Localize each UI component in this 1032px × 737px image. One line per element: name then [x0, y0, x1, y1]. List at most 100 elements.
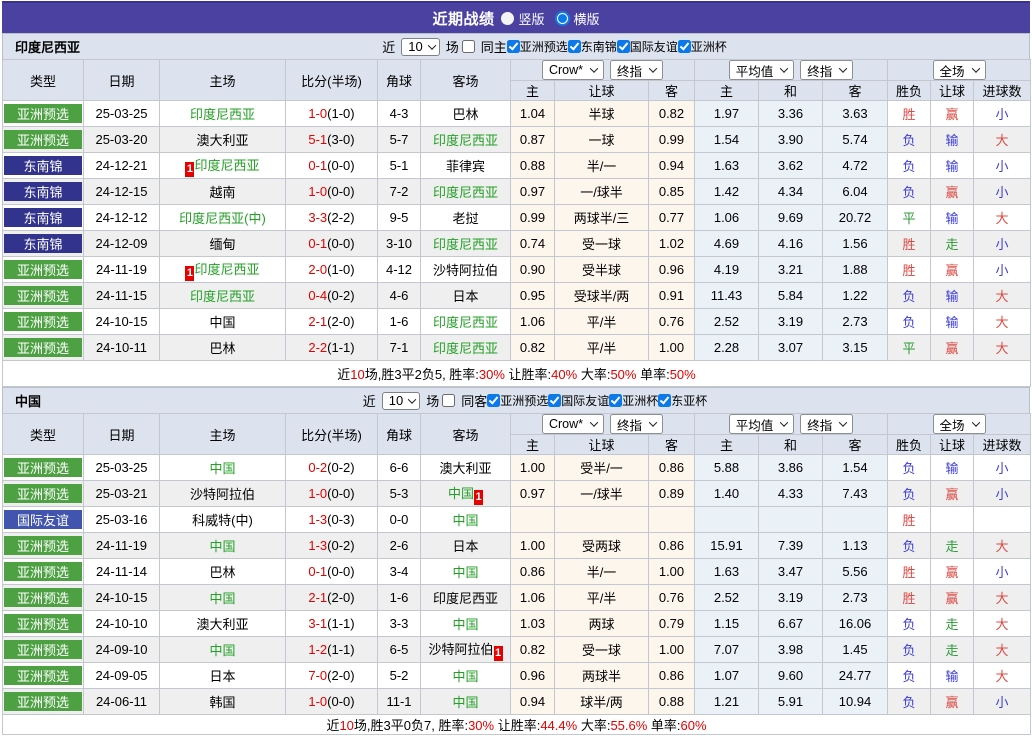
- odds-group-header: 全场: [888, 414, 1031, 435]
- away-team-cell: 澳大利亚: [421, 455, 511, 481]
- date-cell: 24-10-11: [84, 335, 160, 361]
- league-checkbox[interactable]: [617, 40, 630, 53]
- avg-away-odds-cell: 1.54: [823, 455, 888, 481]
- result-cell: 胜: [888, 559, 931, 585]
- date-cell: 24-06-11: [84, 689, 160, 715]
- handicap-line-cell: [555, 507, 649, 533]
- fulltime-score: 3-3: [308, 210, 327, 225]
- odds-source-select[interactable]: Crow*: [542, 414, 604, 434]
- sub-column-header: 和: [759, 435, 823, 455]
- league-checkbox-item[interactable]: 亚洲杯: [609, 392, 658, 409]
- page: 近期战绩 竖版横版 印度尼西亚 近10场同主亚洲预选东南锦国际友谊亚洲杯 类型日…: [2, 1, 1030, 735]
- score-cell: 2-2(1-1): [286, 335, 378, 361]
- same-venue-checkbox[interactable]: [442, 394, 455, 407]
- corners-cell: 6-6: [378, 455, 421, 481]
- league-checkbox[interactable]: [609, 394, 622, 407]
- sub-column-header: 让球: [931, 435, 974, 455]
- sub-column-header: 和: [759, 81, 823, 101]
- odds-source-select[interactable]: 终指: [610, 60, 663, 80]
- handicap-away-odds-cell: 0.79: [649, 611, 695, 637]
- league-checkbox[interactable]: [507, 40, 520, 53]
- same-venue-checkbox[interactable]: [462, 40, 475, 53]
- home-team-name: 越南: [209, 185, 235, 200]
- layout-radio-option[interactable]: 竖版: [501, 9, 544, 28]
- league-checkbox-item[interactable]: 亚洲预选: [507, 38, 568, 55]
- odds-source-select[interactable]: 终指: [610, 414, 663, 434]
- odds-source-select[interactable]: 全场: [933, 414, 986, 434]
- layout-radio-option[interactable]: 横版: [555, 9, 600, 28]
- league-checkbox[interactable]: [487, 394, 500, 407]
- league-checkbox-label: 东亚杯: [671, 392, 707, 409]
- odds-source-select[interactable]: 平均值: [729, 60, 795, 80]
- goals-result-cell: 大: [974, 335, 1031, 361]
- competition-badge: 东南锦: [4, 234, 82, 253]
- competition-cell: 亚洲预选: [3, 611, 84, 637]
- summary-stat-label: 近: [337, 367, 350, 382]
- handicap-result-cell: 走: [931, 533, 974, 559]
- date-cell: 24-11-14: [84, 559, 160, 585]
- odds-source-select[interactable]: 终指: [800, 414, 853, 434]
- summary-row: 近10场,胜3平2负5, 胜率:30% 让胜率:40% 大率:50% 单率:50…: [3, 361, 1031, 387]
- odds-source-select[interactable]: Crow*: [542, 60, 604, 80]
- league-checkbox-item[interactable]: 东南锦: [568, 38, 617, 55]
- handicap-result-cell: 输: [931, 283, 974, 309]
- handicap-line-cell: 平/半: [555, 335, 649, 361]
- chevron-down-icon: [780, 418, 788, 426]
- home-team-name: 日本: [209, 669, 235, 684]
- summary-stat-label: 近: [326, 718, 339, 733]
- odds-group-selects: 平均值终指: [695, 60, 887, 80]
- odds-source-select[interactable]: 平均值: [729, 414, 795, 434]
- handicap-home-odds-cell: 0.94: [511, 689, 555, 715]
- league-checkbox[interactable]: [548, 394, 561, 407]
- league-checkbox-item[interactable]: 国际友谊: [548, 392, 609, 409]
- handicap-result-cell: 输: [931, 455, 974, 481]
- league-checkbox-item[interactable]: 亚洲预选: [487, 392, 548, 409]
- handicap-line-cell: 受两球: [555, 533, 649, 559]
- league-checkbox[interactable]: [568, 40, 581, 53]
- away-team-name: 印度尼西亚: [433, 341, 498, 356]
- fulltime-score: 1-0: [308, 694, 327, 709]
- handicap-result-cell: 走: [931, 231, 974, 257]
- odds-source-select[interactable]: 全场: [933, 60, 986, 80]
- same-venue-checkbox-item[interactable]: 同主: [462, 37, 507, 56]
- sub-column-header: 主: [511, 81, 555, 101]
- fulltime-score: 5-1: [308, 132, 327, 147]
- date-cell: 25-03-25: [84, 101, 160, 127]
- league-checkbox-item[interactable]: 东亚杯: [658, 392, 707, 409]
- result-cell: 平: [888, 205, 931, 231]
- radio-checked-icon[interactable]: [557, 13, 568, 24]
- summary-stat-label: 大率:: [577, 718, 610, 733]
- home-team-cell: 澳大利亚: [160, 611, 286, 637]
- away-team-cell: 中国: [421, 611, 511, 637]
- match-count-select[interactable]: 10: [401, 38, 439, 56]
- league-checkbox[interactable]: [658, 394, 671, 407]
- away-team-cell: 印度尼西亚: [421, 585, 511, 611]
- handicap-home-odds-cell: 1.06: [511, 309, 555, 335]
- away-team-name: 沙特阿拉伯: [433, 263, 498, 278]
- odds-source-select[interactable]: 终指: [800, 60, 853, 80]
- away-team-cell: 中国: [421, 559, 511, 585]
- avg-draw-odds-cell: 9.60: [759, 663, 823, 689]
- same-venue-checkbox-item[interactable]: 同客: [442, 391, 487, 410]
- home-team-cell: 中国: [160, 533, 286, 559]
- away-team-name: 中国: [452, 617, 478, 632]
- league-checkbox-item[interactable]: 国际友谊: [617, 38, 678, 55]
- summary-stat-value: 30%: [468, 718, 494, 733]
- avg-home-odds-cell: 4.69: [695, 231, 759, 257]
- goals-result-cell: 小: [974, 101, 1031, 127]
- avg-away-odds-cell: 20.72: [823, 205, 888, 231]
- match-count-select[interactable]: 10: [382, 392, 420, 410]
- matches-table-body: 亚洲预选25-03-25印度尼西亚1-0(1-0)4-3巴林1.04半球0.82…: [3, 101, 1031, 361]
- fulltime-score: 0-1: [308, 236, 327, 251]
- score-cell: 0-1(0-0): [286, 559, 378, 585]
- radio-unchecked-icon[interactable]: [501, 12, 514, 25]
- home-team-cell: 印度尼西亚: [160, 283, 286, 309]
- league-checkbox[interactable]: [678, 40, 691, 53]
- odds-group-selects: 全场: [888, 60, 1030, 80]
- league-checkbox-item[interactable]: 亚洲杯: [678, 38, 727, 55]
- summary-text: 近10场,胜3平0负7, 胜率:30% 让胜率:44.4% 大率:55.6% 单…: [3, 715, 1031, 735]
- column-header: 客场: [421, 414, 511, 455]
- away-team-cell: 沙特阿拉伯: [421, 257, 511, 283]
- corners-cell: 1-6: [378, 585, 421, 611]
- handicap-home-odds-cell: 0.82: [511, 637, 555, 663]
